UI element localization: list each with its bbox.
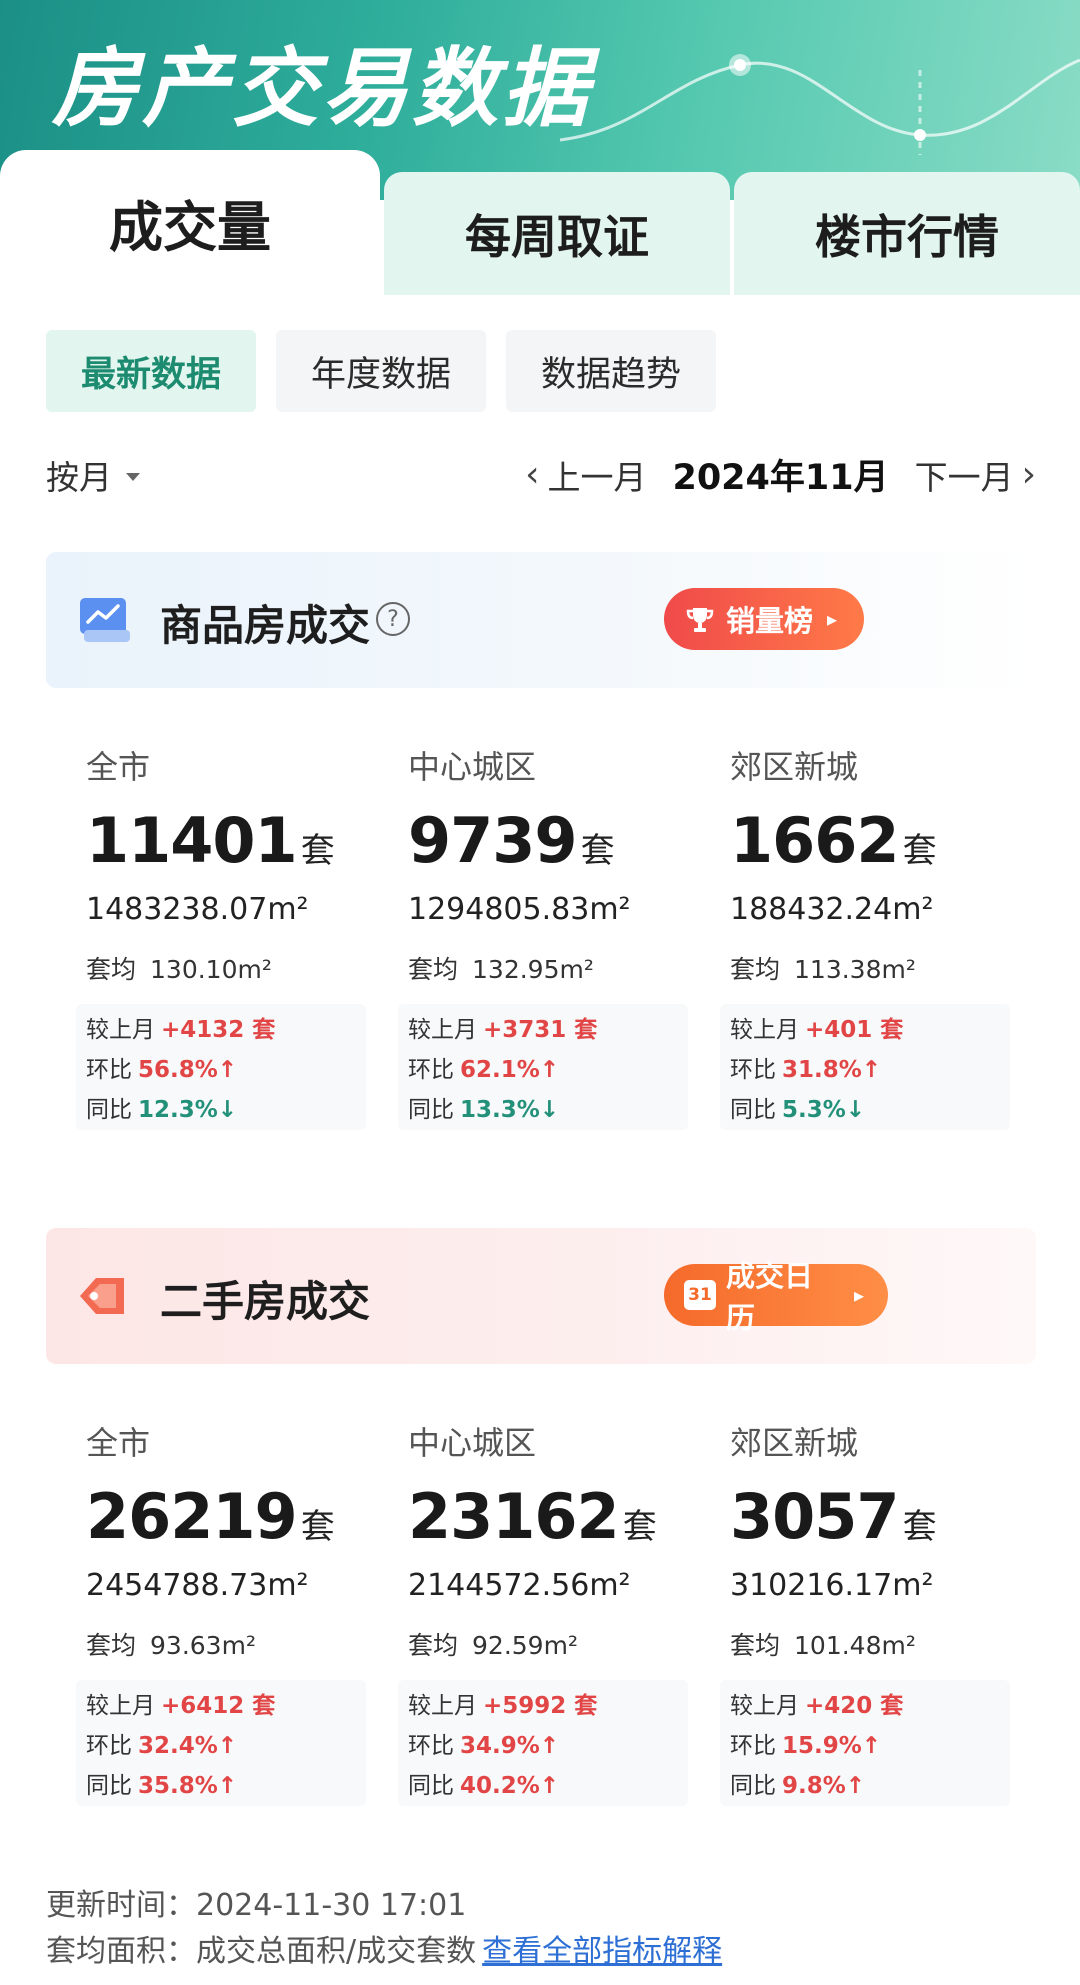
main-tab-bar: 成交量 每周取证 楼市行情 — [0, 150, 1080, 295]
mom-rate: 环比 56.8%↑ — [86, 1057, 238, 1083]
arrow-right-icon: ▸ — [827, 607, 838, 631]
sales-ranking-label: 销量榜 — [726, 604, 814, 638]
units-count: 9739 套 — [408, 804, 615, 877]
subtab-trend[interactable]: 数据趋势 — [506, 330, 716, 412]
average-area: 套均 93.63m² — [86, 1631, 256, 1660]
calendar-icon: 31 — [684, 1279, 716, 1311]
used-homes-stats: 全市 26219 套 2454788.73m² 套均 93.63m² 较上月 +641… — [46, 1398, 1036, 1858]
yoy-rate: 同比 40.2%↑ — [408, 1773, 560, 1799]
chart-card-icon — [80, 598, 130, 642]
stat-column: 郊区新城 3057 套 310216.17m² 套均 101.48m² 较上月 +42… — [720, 1398, 1040, 1858]
mom-rate: 环比 34.9%↑ — [408, 1733, 560, 1759]
units-count: 26219 套 — [86, 1480, 335, 1553]
chevron-left-icon[interactable]: ‹ — [525, 454, 539, 495]
change-box: 较上月 +401 套 环比 31.8%↑ 同比 5.3%↓ — [720, 1004, 1010, 1130]
total-area: 2144572.56m² — [408, 1568, 631, 1603]
yoy-rate: 同比 35.8%↑ — [86, 1773, 238, 1799]
current-month: 2024年11月 — [672, 458, 889, 498]
tag-icon — [80, 1278, 124, 1314]
new-homes-title: 商品房成交 — [160, 601, 371, 650]
arrow-right-icon: ▸ — [853, 1283, 864, 1307]
average-area: 套均 132.95m² — [408, 955, 594, 984]
region-label: 全市 — [86, 1424, 151, 1462]
tab-market[interactable]: 楼市行情 — [734, 172, 1080, 295]
sales-ranking-button[interactable]: 销量榜 ▸ — [664, 588, 864, 650]
stat-column: 郊区新城 1662 套 188432.24m² 套均 113.38m² 较上月 +40… — [720, 722, 1040, 1182]
region-label: 中心城区 — [408, 748, 537, 786]
sub-tab-bar: 最新数据 年度数据 数据趋势 — [46, 330, 716, 412]
formula-line: 套均面积：成交总面积/成交套数 查看全部指标解释 — [46, 1934, 723, 1969]
region-label: 郊区新城 — [730, 1424, 859, 1462]
used-homes-title: 二手房成交 — [160, 1277, 371, 1326]
stat-column: 中心城区 9739 套 1294805.83m² 套均 132.95m² 较上月 +3… — [398, 722, 718, 1182]
region-label: 中心城区 — [408, 1424, 537, 1462]
stat-column: 全市 26219 套 2454788.73m² 套均 93.63m² 较上月 +641… — [76, 1398, 396, 1858]
footer: 更新时间：2024-11-30 17:01 套均面积：成交总面积/成交套数 查看全… — [46, 1880, 1036, 1972]
units-count: 11401 套 — [86, 804, 335, 877]
mom-rate: 环比 31.8%↑ — [730, 1057, 882, 1083]
change-box: 较上月 +4132 套 环比 56.8%↑ 同比 12.3%↓ — [76, 1004, 366, 1130]
mom-diff: 较上月 +4132 套 — [86, 1017, 276, 1043]
deal-calendar-label: 成交日历 — [726, 1259, 814, 1335]
yoy-rate: 同比 12.3%↓ — [86, 1097, 238, 1123]
next-month-button[interactable]: 下一月 — [915, 451, 1014, 499]
tab-weekly-permits[interactable]: 每周取证 — [384, 172, 730, 295]
change-box: 较上月 +420 套 环比 15.9%↑ 同比 9.8%↑ — [720, 1680, 1010, 1806]
yoy-rate: 同比 13.3%↓ — [408, 1097, 560, 1123]
mom-diff: 较上月 +420 套 — [730, 1693, 904, 1719]
period-dropdown[interactable]: 按月 — [46, 451, 140, 499]
help-icon[interactable]: ? — [376, 602, 410, 636]
prev-month-button[interactable]: 上一月 — [547, 451, 646, 499]
mom-rate: 环比 62.1%↑ — [408, 1057, 560, 1083]
change-box: 较上月 +3731 套 环比 62.1%↑ 同比 13.3%↓ — [398, 1004, 688, 1130]
caret-down-icon — [126, 473, 140, 481]
mom-diff: 较上月 +6412 套 — [86, 1693, 276, 1719]
subtab-latest[interactable]: 最新数据 — [46, 330, 256, 412]
total-area: 2454788.73m² — [86, 1568, 309, 1603]
update-time-line: 更新时间：2024-11-30 17:01 — [46, 1888, 467, 1923]
change-box: 较上月 +5992 套 环比 34.9%↑ 同比 40.2%↑ — [398, 1680, 688, 1806]
trophy-icon — [686, 608, 714, 632]
mom-diff: 较上月 +401 套 — [730, 1017, 904, 1043]
chevron-right-icon[interactable]: › — [1022, 454, 1036, 495]
banner-title: 房产交易数据 — [52, 39, 592, 139]
total-area: 310216.17m² — [730, 1568, 934, 1603]
mom-diff: 较上月 +3731 套 — [408, 1017, 598, 1043]
region-label: 全市 — [86, 748, 151, 786]
stat-column: 中心城区 23162 套 2144572.56m² 套均 92.59m² 较上月 +5… — [398, 1398, 718, 1858]
average-area: 套均 113.38m² — [730, 955, 916, 984]
mom-rate: 环比 15.9%↑ — [730, 1733, 882, 1759]
new-homes-header: 商品房成交 ? 销量榜 ▸ — [46, 552, 1036, 688]
yoy-rate: 同比 5.3%↓ — [730, 1097, 866, 1123]
deal-calendar-button[interactable]: 31 成交日历 ▸ — [664, 1259, 888, 1335]
units-count: 3057 套 — [730, 1480, 937, 1553]
mom-diff: 较上月 +5992 套 — [408, 1693, 598, 1719]
new-homes-stats: 全市 11401 套 1483238.07m² 套均 130.10m² 较上月 +41… — [46, 722, 1036, 1182]
total-area: 188432.24m² — [730, 892, 934, 927]
units-count: 23162 套 — [408, 1480, 657, 1553]
subtab-annual[interactable]: 年度数据 — [276, 330, 486, 412]
average-area: 套均 130.10m² — [86, 955, 272, 984]
banner-wave-decoration — [560, 54, 1080, 155]
total-area: 1483238.07m² — [86, 892, 309, 927]
month-navigator: ‹ 上一月 2024年11月 下一月 › — [525, 449, 1036, 500]
period-label: 按月 — [46, 458, 112, 497]
total-area: 1294805.83m² — [408, 892, 631, 927]
tab-volume[interactable]: 成交量 — [0, 150, 380, 295]
view-all-definitions-link[interactable]: 查看全部指标解释 — [482, 1934, 722, 1969]
used-homes-header: 二手房成交 31 成交日历 ▸ — [46, 1228, 1036, 1364]
mom-rate: 环比 32.4%↑ — [86, 1733, 238, 1759]
month-bar: 按月 ‹ 上一月 2024年11月 下一月 › — [46, 445, 1036, 505]
average-area: 套均 101.48m² — [730, 1631, 916, 1660]
change-box: 较上月 +6412 套 环比 32.4%↑ 同比 35.8%↑ — [76, 1680, 366, 1806]
yoy-rate: 同比 9.8%↑ — [730, 1773, 866, 1799]
units-count: 1662 套 — [730, 804, 937, 877]
stat-column: 全市 11401 套 1483238.07m² 套均 130.10m² 较上月 +41… — [76, 722, 396, 1182]
average-area: 套均 92.59m² — [408, 1631, 578, 1660]
region-label: 郊区新城 — [730, 748, 859, 786]
